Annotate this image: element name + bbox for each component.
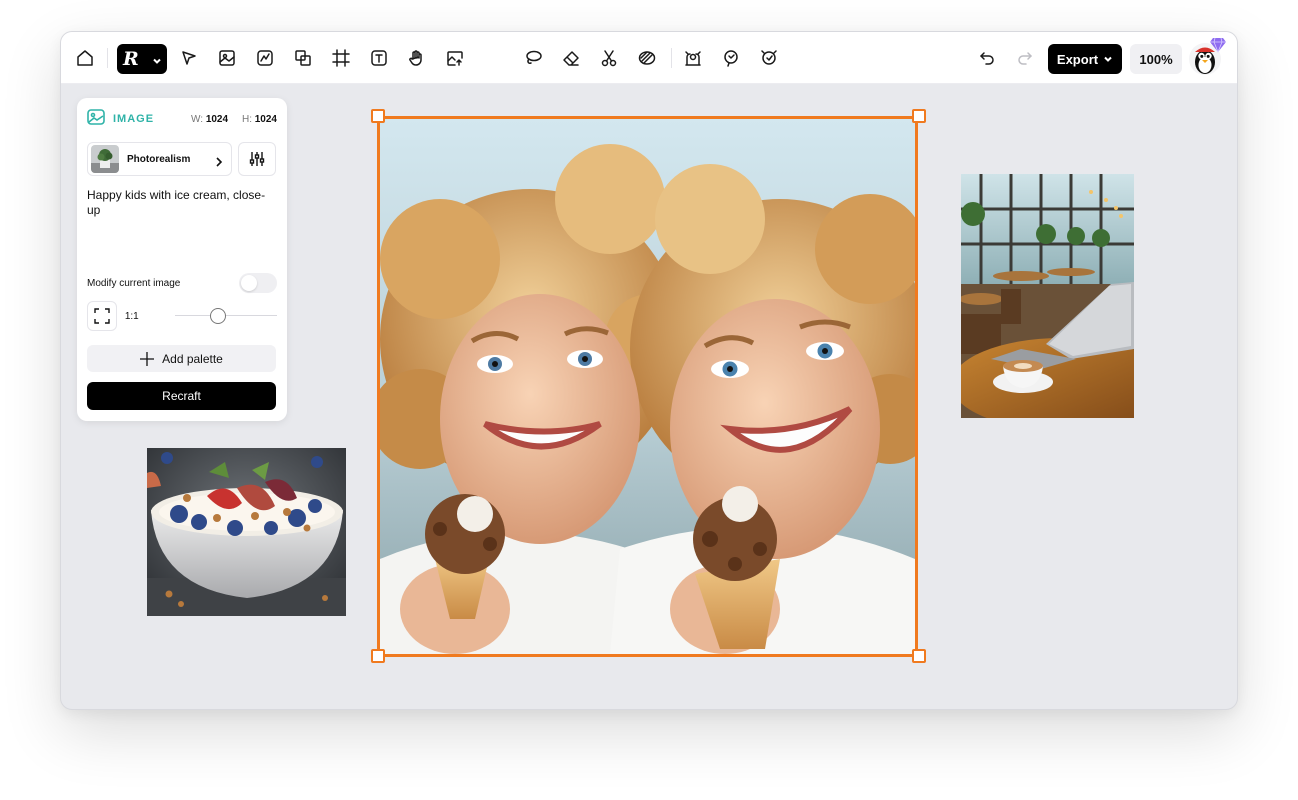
pattern-tool-icon[interactable] <box>635 46 659 70</box>
lasso-tool-icon[interactable] <box>521 46 545 70</box>
panel-header: IMAGE W: 1024 H: 1024 <box>87 108 277 130</box>
height-label: H: <box>241 113 252 125</box>
height-value: 1024 <box>254 113 277 125</box>
modify-toggle[interactable] <box>239 273 277 293</box>
style-select[interactable]: Photorealism <box>87 142 232 176</box>
eraser-tool-icon[interactable] <box>559 46 583 70</box>
canvas-image-main[interactable] <box>380 119 915 654</box>
divider <box>107 48 108 68</box>
app-window: R Export 100% IMAGE W: 1024 H: 1024 Phot… <box>60 31 1238 710</box>
home-icon[interactable] <box>73 46 97 70</box>
aspect-ratio-button[interactable] <box>87 301 117 331</box>
zoom-level-button[interactable]: 100% <box>1130 44 1182 74</box>
aspect-ratio-slider[interactable] <box>174 306 277 326</box>
frame-tool-icon[interactable] <box>329 46 353 70</box>
text-tool-icon[interactable] <box>367 46 391 70</box>
variations-icon[interactable] <box>719 46 743 70</box>
style-thumbnail <box>91 145 119 173</box>
aspect-ratio-icon <box>94 308 110 324</box>
style-name: Photorealism <box>127 153 191 165</box>
width-value: 1024 <box>205 113 229 125</box>
add-palette-label: Add palette <box>162 351 223 366</box>
canvas-image-yogurt-bowl[interactable] <box>147 448 346 616</box>
aspect-ratio-row: 1:1 <box>87 300 277 332</box>
scissors-tool-icon[interactable] <box>597 46 621 70</box>
vector-tool-icon[interactable] <box>253 46 277 70</box>
sliders-icon <box>249 152 265 166</box>
canvas-image-cafe[interactable] <box>961 174 1134 418</box>
select-tool-icon[interactable] <box>177 46 201 70</box>
image-tool-icon[interactable] <box>215 46 239 70</box>
recraft-button[interactable]: Recraft <box>87 382 276 410</box>
redo-icon[interactable] <box>1013 46 1037 70</box>
add-palette-button[interactable]: Add palette <box>87 345 276 372</box>
toolbar: R Export 100% <box>61 32 1237 84</box>
image-type-icon <box>87 108 105 130</box>
chevron-down-icon <box>1104 56 1112 62</box>
chevron-right-icon <box>215 154 223 167</box>
slider-track <box>174 315 277 316</box>
toggle-knob <box>241 275 257 291</box>
image-dimensions: W: 1024 H: 1024 <box>191 114 277 125</box>
chevron-down-icon <box>152 53 162 64</box>
plus-icon <box>140 351 155 366</box>
export-label: Export <box>1056 51 1099 67</box>
brand-menu-button[interactable]: R <box>117 44 167 74</box>
resize-handle-bottom-left[interactable] <box>371 649 385 663</box>
divider <box>671 48 672 68</box>
prompt-input[interactable]: Happy kids with ice cream, close-up <box>87 188 272 258</box>
recraft-logo: R <box>123 48 139 70</box>
layers-tool-icon[interactable] <box>291 46 315 70</box>
width-label: W: <box>190 113 204 125</box>
export-button[interactable]: Export <box>1048 44 1122 74</box>
slider-thumb[interactable] <box>209 308 226 324</box>
background-remove-icon[interactable] <box>681 46 705 70</box>
creative-upscale-icon[interactable] <box>757 46 781 70</box>
panel-type-label: IMAGE <box>113 113 155 125</box>
resize-handle-bottom-right[interactable] <box>912 649 926 663</box>
hand-tool-icon[interactable] <box>405 46 429 70</box>
resize-handle-top-right[interactable] <box>912 109 926 123</box>
image-settings-panel: IMAGE W: 1024 H: 1024 Photorealism Happy… <box>77 98 287 421</box>
modify-current-image-row: Modify current image <box>87 272 277 294</box>
style-settings-button[interactable] <box>238 142 276 176</box>
aspect-ratio-value: 1:1 <box>124 310 139 322</box>
resize-handle-top-left[interactable] <box>371 109 385 123</box>
diamond-badge-icon <box>1209 37 1227 54</box>
modify-label: Modify current image <box>87 277 181 289</box>
upload-image-icon[interactable] <box>443 46 467 70</box>
undo-icon[interactable] <box>975 46 999 70</box>
